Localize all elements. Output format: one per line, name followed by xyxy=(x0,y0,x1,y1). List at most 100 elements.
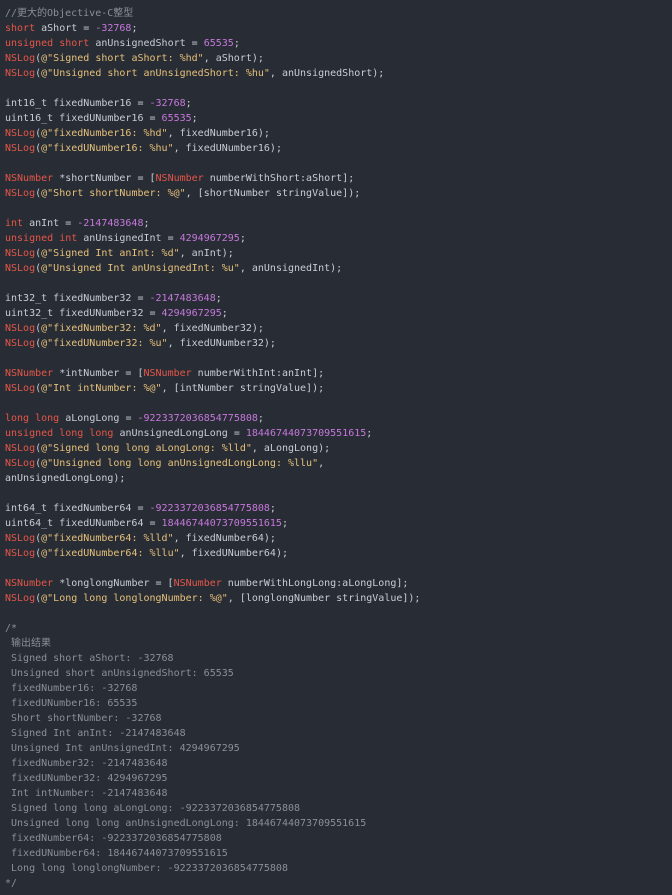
code-token-string: @"Signed long long aLongLong: %lld" xyxy=(41,443,252,454)
code-token-plain: , fixedNumber16); xyxy=(167,128,270,139)
code-token-plain: ; xyxy=(257,413,264,424)
code-token-plain: int32_t fixedNumber32 = xyxy=(5,293,150,304)
code-token-plain: , fixedUNumber16); xyxy=(173,143,282,154)
code-line: unsigned long long anUnsignedLongLong = … xyxy=(5,426,672,441)
code-line: unsigned int anUnsignedInt = 4294967295; xyxy=(5,231,672,246)
code-token-keyword: unsigned xyxy=(5,233,54,244)
code-token-plain: anUnsignedInt = xyxy=(77,233,180,244)
code-token-plain: numberWithShort:aShort]; xyxy=(203,173,355,184)
code-line: long long aLongLong = -92233720368547758… xyxy=(5,411,672,426)
code-token-string: @"Long long longlongNumber: %@" xyxy=(41,593,228,604)
code-editor[interactable]: //更大的Objective-C整型 short aShort = -32768;… xyxy=(0,0,672,895)
code-token-number: -2147483648 xyxy=(77,218,144,229)
code-line: Int intNumber: -2147483648 xyxy=(5,786,672,801)
code-token-plain: *shortNumber = [ xyxy=(53,173,156,184)
code-token-comment: fixedUNumber32: 4294967295 xyxy=(5,773,168,784)
code-token-plain: *intNumber = [ xyxy=(53,368,144,379)
code-token-plain: , fixedNumber32); xyxy=(161,323,264,334)
code-line: NSLog(@"Signed long long aLongLong: %lld… xyxy=(5,441,672,456)
code-line: uint16_t fixedUNumber16 = 65535; xyxy=(5,111,672,126)
code-line: NSNumber *shortNumber = [NSNumber number… xyxy=(5,171,672,186)
code-token-number: -32768 xyxy=(149,98,186,109)
code-token-string: @"Unsigned long long anUnsignedLongLong:… xyxy=(41,458,319,469)
code-line: Short shortNumber: -32768 xyxy=(5,711,672,726)
code-token-plain: , fixedUNumber64); xyxy=(179,548,288,559)
code-token-func: NSLog xyxy=(5,53,36,64)
code-token-string: @"fixedNumber64: %lld" xyxy=(41,533,174,544)
code-token-plain: ; xyxy=(131,23,138,34)
code-line: Long long longlongNumber: -9223372036854… xyxy=(5,861,672,876)
code-line: NSLog(@"Unsigned short anUnsignedShort: … xyxy=(5,66,672,81)
code-token-plain: , aLongLong); xyxy=(251,443,331,454)
code-token-plain: ; xyxy=(281,518,288,529)
code-line: NSLog(@"Signed Int anInt: %d", anInt); xyxy=(5,246,672,261)
code-token-plain: , anUnsignedShort); xyxy=(269,68,385,79)
code-token-type: NSNumber xyxy=(173,578,222,589)
code-token-func: NSLog xyxy=(5,458,36,469)
code-token-plain: ; xyxy=(269,503,276,514)
code-token-keyword: long xyxy=(89,428,114,439)
code-token-plain: *longlongNumber = [ xyxy=(53,578,174,589)
code-token-comment: Unsigned short anUnsignedShort: 65535 xyxy=(5,668,234,679)
code-token-comment: Signed short aShort: -32768 xyxy=(5,653,174,664)
code-token-func: NSLog xyxy=(5,248,36,259)
code-token-func: NSLog xyxy=(5,533,36,544)
code-token-plain: numberWithInt:anInt]; xyxy=(191,368,325,379)
code-token-number: -2147483648 xyxy=(149,293,216,304)
code-token-type: NSNumber xyxy=(155,173,204,184)
code-token-number: -9223372036854775808 xyxy=(137,413,258,424)
code-line: NSLog(@"fixedNumber32: %d", fixedNumber3… xyxy=(5,321,672,336)
code-token-comment: Signed long long aLongLong: -92233720368… xyxy=(5,803,301,814)
code-token-comment: fixedNumber16: -32768 xyxy=(5,683,138,694)
code-line: unsigned short anUnsignedShort = 65535; xyxy=(5,36,672,51)
code-token-func: NSLog xyxy=(5,128,36,139)
code-token-string: @"Unsigned Int anUnsignedInt: %u" xyxy=(41,263,240,274)
code-token-func: NSLog xyxy=(5,143,36,154)
code-line: int32_t fixedNumber32 = -2147483648; xyxy=(5,291,672,306)
code-token-string: @"Int intNumber: %@" xyxy=(41,383,162,394)
code-token-func: NSLog xyxy=(5,323,36,334)
code-line: /* xyxy=(5,621,672,636)
code-line: NSLog(@"Long long longlongNumber: %@", [… xyxy=(5,591,672,606)
code-token-type: NSNumber xyxy=(5,368,54,379)
code-token-string: @"fixedNumber16: %hd" xyxy=(41,128,168,139)
code-token-plain: anUnsignedShort = xyxy=(89,38,204,49)
code-token-plain: aShort = xyxy=(35,23,96,34)
code-token-keyword: unsigned xyxy=(5,38,54,49)
code-token-comment: fixedNumber64: -9223372036854775808 xyxy=(5,833,222,844)
code-token-keyword: short xyxy=(5,23,36,34)
code-token-plain: ; xyxy=(239,233,246,244)
code-token-comment: Signed Int anInt: -2147483648 xyxy=(5,728,186,739)
code-token-number: -32768 xyxy=(95,23,132,34)
code-token-plain: uint64_t fixedUNumber64 = xyxy=(5,518,162,529)
code-line: int anInt = -2147483648; xyxy=(5,216,672,231)
code-line: NSLog(@"fixedUNumber16: %hu", fixedUNumb… xyxy=(5,141,672,156)
code-token-comment: fixedUNumber16: 65535 xyxy=(5,698,138,709)
code-token-plain: aLongLong = xyxy=(59,413,138,424)
code-line: fixedUNumber16: 65535 xyxy=(5,696,672,711)
code-line: NSLog(@"fixedNumber64: %lld", fixedNumbe… xyxy=(5,531,672,546)
code-token-comment: fixedNumber32: -2147483648 xyxy=(5,758,168,769)
code-line: NSLog(@"Unsigned long long anUnsignedLon… xyxy=(5,456,672,471)
code-line: uint32_t fixedUNumber32 = 4294967295; xyxy=(5,306,672,321)
code-line: Unsigned long long anUnsignedLongLong: 1… xyxy=(5,816,672,831)
code-token-plain: ; xyxy=(366,428,373,439)
code-line: NSNumber *longlongNumber = [NSNumber num… xyxy=(5,576,672,591)
code-token-plain: int16_t fixedNumber16 = xyxy=(5,98,150,109)
code-line: int64_t fixedNumber64 = -922337203685477… xyxy=(5,501,672,516)
code-token-plain: ; xyxy=(215,293,222,304)
code-line: anUnsignedLongLong); xyxy=(5,471,672,486)
code-token-func: NSLog xyxy=(5,443,36,454)
code-line: fixedUNumber32: 4294967295 xyxy=(5,771,672,786)
code-token-plain: , anUnsignedInt); xyxy=(239,263,343,274)
code-token-plain: , [longlongNumber stringValue]); xyxy=(227,593,421,604)
code-token-number: 18446744073709551615 xyxy=(161,518,282,529)
code-token-func: NSLog xyxy=(5,548,36,559)
code-token-string: @"fixedUNumber16: %hu" xyxy=(41,143,174,154)
code-line: Signed short aShort: -32768 xyxy=(5,651,672,666)
code-line: NSLog(@"Signed short aShort: %hd", aShor… xyxy=(5,51,672,66)
code-line: Signed Int anInt: -2147483648 xyxy=(5,726,672,741)
